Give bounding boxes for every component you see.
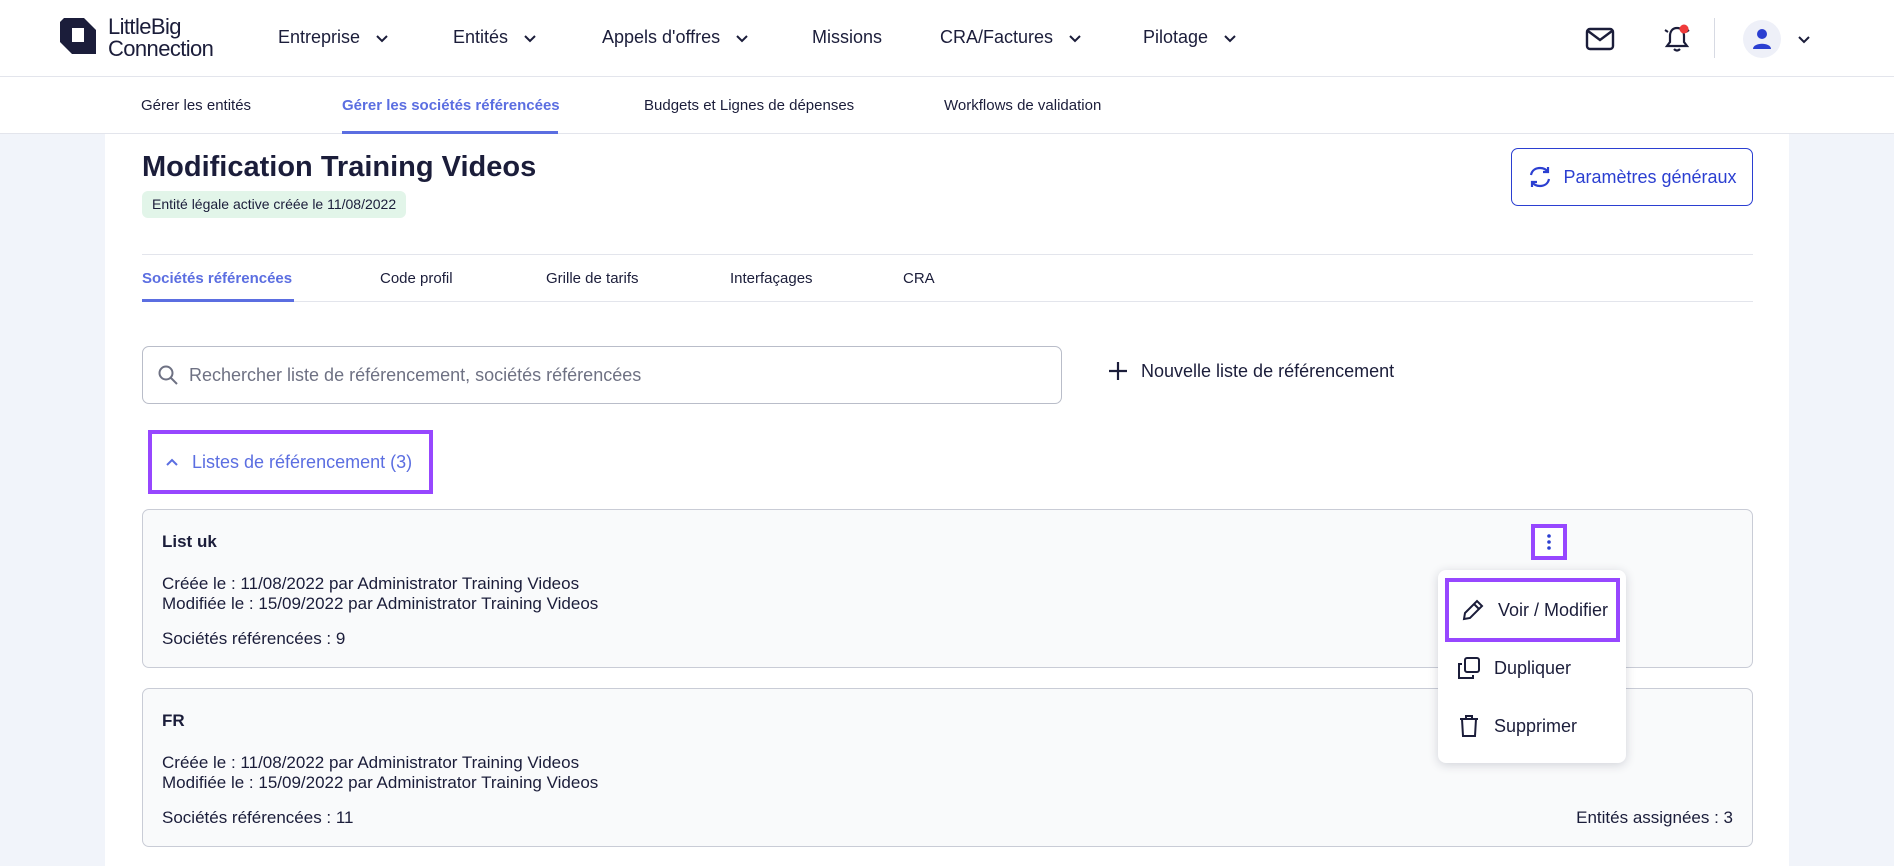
menu-item-duplicate[interactable]: Dupliquer <box>1438 639 1626 697</box>
list-modified: Modifiée le : 15/09/2022 par Administrat… <box>162 773 599 792</box>
subnav-gerer-societes[interactable]: Gérer les sociétés référencées <box>342 97 560 114</box>
plus-icon <box>1109 362 1127 380</box>
chevron-down-icon <box>524 34 536 42</box>
subnav-workflows[interactable]: Workflows de validation <box>944 97 1101 114</box>
tab-grille-tarifs[interactable]: Grille de tarifs <box>546 270 639 287</box>
nav-cra-factures[interactable]: CRA/Factures <box>940 27 1083 48</box>
list-actions-menu: Voir / Modifier Dupliquer Supprimer <box>1438 570 1626 763</box>
mail-icon <box>1585 27 1615 51</box>
chevron-down-icon <box>1798 36 1810 44</box>
nav-entreprise[interactable]: Entreprise <box>278 27 390 48</box>
kebab-menu-icon <box>1547 534 1551 550</box>
list-modified: Modifiée le : 15/09/2022 par Administrat… <box>162 594 599 613</box>
search-input[interactable] <box>189 364 1049 386</box>
list-created: Créée le : 11/08/2022 par Administrator … <box>162 753 580 772</box>
chevron-down-icon <box>1069 34 1081 42</box>
notifications-button[interactable] <box>1660 22 1694 56</box>
subnav-budgets[interactable]: Budgets et Lignes de dépenses <box>644 97 854 114</box>
search-icon <box>158 365 178 385</box>
nav-entites[interactable]: Entités <box>453 27 538 48</box>
chevron-down-icon <box>736 34 748 42</box>
subnav-gerer-entites[interactable]: Gérer les entités <box>141 97 251 114</box>
bell-icon <box>1664 24 1690 52</box>
list-companies-count: Sociétés référencées : 11 <box>162 808 354 827</box>
copy-icon <box>1458 657 1480 679</box>
mail-button[interactable] <box>1583 22 1617 56</box>
tab-code-profil[interactable]: Code profil <box>380 270 453 287</box>
divider <box>1714 18 1715 58</box>
user-menu-toggle[interactable] <box>1787 22 1821 56</box>
tab-bar: Sociétés référencées Code profil Grille … <box>142 254 1753 302</box>
chevron-down-icon <box>1224 34 1236 42</box>
refresh-icon <box>1530 166 1551 188</box>
list-name: List uk <box>162 532 217 551</box>
notification-dot <box>1679 24 1689 34</box>
logo-mark-icon <box>60 18 96 54</box>
new-list-button[interactable]: Nouvelle liste de référencement <box>1107 360 1394 382</box>
list-name: FR <box>162 711 185 730</box>
active-tab-indicator <box>142 299 294 302</box>
page-title: Modification Training Videos <box>142 151 537 183</box>
avatar[interactable] <box>1743 20 1781 58</box>
trash-icon <box>1460 715 1478 737</box>
menu-item-view-edit[interactable]: Voir / Modifier <box>1445 578 1620 642</box>
status-badge: Entité légale active créée le 11/08/2022 <box>142 191 407 218</box>
user-icon <box>1753 29 1771 49</box>
sub-navbar: Gérer les entités Gérer les sociétés réf… <box>0 77 1894 134</box>
tab-interfacages[interactable]: Interfaçages <box>730 270 813 287</box>
nav-missions[interactable]: Missions <box>812 27 882 48</box>
search-box[interactable] <box>142 346 1062 404</box>
top-navbar: LittleBig Connection Entreprise Entités … <box>0 0 1894 77</box>
littlebig-logo[interactable]: LittleBig Connection <box>58 16 234 60</box>
nav-pilotage[interactable]: Pilotage <box>1143 27 1238 48</box>
menu-item-delete[interactable]: Supprimer <box>1438 697 1626 755</box>
tab-societes-referencees[interactable]: Sociétés référencées <box>142 270 292 287</box>
chevron-up-icon <box>166 458 178 466</box>
pencil-icon <box>1462 599 1484 621</box>
logo-text: LittleBig Connection <box>108 14 214 61</box>
nav-appels-offres[interactable]: Appels d'offres <box>602 27 750 48</box>
chevron-down-icon <box>376 34 388 42</box>
general-settings-button[interactable]: Paramètres généraux <box>1511 148 1753 206</box>
lists-collapse-toggle[interactable]: Listes de référencement (3) <box>148 430 433 494</box>
list-assigned-entities: Entités assignées : 3 <box>1576 808 1733 827</box>
list-companies-count: Sociétés référencées : 9 <box>162 629 346 648</box>
tab-cra[interactable]: CRA <box>903 270 935 287</box>
more-actions-button[interactable] <box>1531 524 1567 560</box>
list-created: Créée le : 11/08/2022 par Administrator … <box>162 574 580 593</box>
